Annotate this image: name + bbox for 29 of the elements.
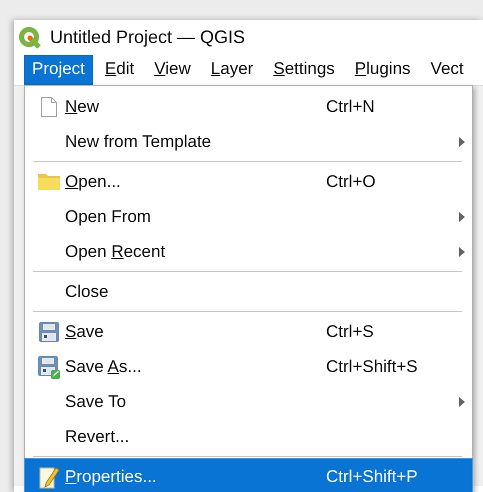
menu-bar-item[interactable]: Settings xyxy=(265,55,343,86)
menu-bar-item[interactable]: View xyxy=(146,55,199,86)
menu-bar-item[interactable]: Vect xyxy=(422,55,472,86)
menu-item[interactable]: Save To xyxy=(25,384,472,420)
menu-item[interactable]: Properties... Ctrl+Shift+P xyxy=(25,459,472,492)
menu-bar-item[interactable]: Edit xyxy=(96,55,142,86)
folder-icon xyxy=(37,172,61,192)
menu-item[interactable]: Close xyxy=(25,274,472,310)
shortcut-label: Ctrl+O xyxy=(326,172,377,192)
app-logo-icon xyxy=(18,26,42,50)
menu-item[interactable]: Open... Ctrl+O xyxy=(25,164,472,200)
shortcut-label: Ctrl+Shift+P xyxy=(326,466,419,487)
menu-item[interactable]: New from Template xyxy=(25,124,472,160)
shortcut-label: Ctrl+Shift+S xyxy=(326,356,419,377)
menu-item[interactable]: Save Ctrl+S xyxy=(25,314,472,350)
window-title: Untitled Project — QGIS xyxy=(50,27,246,48)
menu-item[interactable]: Revert... xyxy=(25,419,472,454)
document-icon xyxy=(40,96,58,118)
floppy-disk-pencil-icon xyxy=(37,354,61,379)
menu-item[interactable]: Open From xyxy=(25,199,472,234)
menu-bar-item[interactable]: Layer xyxy=(202,55,262,86)
menu-bar-item[interactable]: Plugins xyxy=(346,55,419,86)
shortcut-label: Ctrl+N xyxy=(326,96,376,117)
menu-bar-item[interactable]: Project xyxy=(24,55,93,86)
shortcut-label: Ctrl+S xyxy=(326,322,375,342)
menu-item[interactable]: Save As... Ctrl+Shift+S xyxy=(25,349,472,384)
menu-item[interactable]: Open Recent xyxy=(25,234,472,270)
menu-item[interactable]: New Ctrl+N xyxy=(25,89,472,124)
notepad-pencil-icon xyxy=(38,464,60,489)
